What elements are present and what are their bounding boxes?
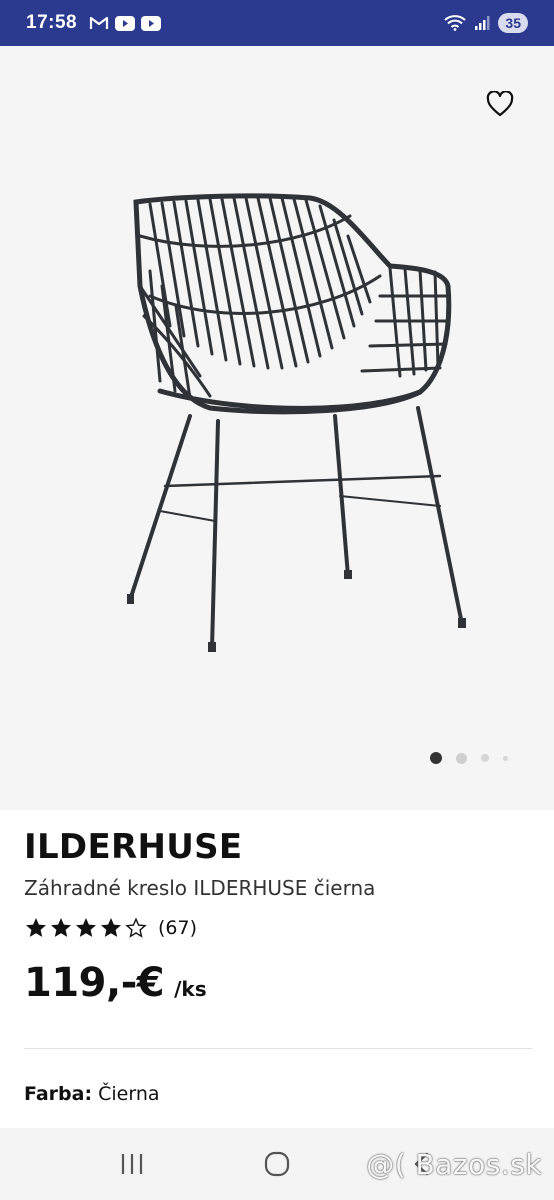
rating-row[interactable]: (67) (24, 914, 532, 942)
carousel-dot-1[interactable] (430, 752, 442, 764)
rating-stars (24, 916, 148, 940)
product-price: 119,-€ (24, 960, 165, 1006)
carousel-dot-4[interactable] (503, 755, 508, 761)
product-image-carousel[interactable] (0, 46, 554, 810)
heart-icon (486, 91, 514, 117)
notification-icons (89, 15, 162, 31)
home-button[interactable] (247, 1134, 307, 1194)
carousel-indicator[interactable] (430, 752, 508, 764)
product-name: ILDERHUSE (24, 827, 243, 867)
wifi-icon (444, 15, 467, 31)
star-filled-icon (76, 918, 96, 937)
carousel-dot-3[interactable] (481, 754, 489, 762)
carousel-dot-2[interactable] (456, 752, 467, 764)
recent-apps-icon (122, 1154, 143, 1174)
system-icons: 35 (444, 13, 528, 33)
gmail-icon (89, 15, 109, 31)
color-label: Farba: (24, 1083, 93, 1105)
watermark: @( Bazos.sk (366, 1148, 542, 1181)
star-empty-icon (125, 917, 147, 938)
battery-indicator: 35 (498, 13, 528, 33)
home-icon (264, 1151, 290, 1177)
youtube-icon (115, 15, 136, 31)
rating-count[interactable]: (67) (158, 917, 197, 939)
star-filled-icon (51, 918, 71, 937)
youtube-icon (141, 15, 162, 31)
signal-icon (474, 15, 490, 31)
price-row: 119,-€ /ks (24, 960, 532, 1006)
status-time: 17:58 (26, 12, 78, 33)
product-info: ILDERHUSE Záhradné kreslo ILDERHUSE čier… (24, 826, 532, 1006)
star-filled-icon (26, 918, 46, 937)
divider (24, 1048, 532, 1049)
price-unit: /ks (174, 977, 207, 1001)
chair-image (127, 193, 466, 652)
product-description: Záhradné kreslo ILDERHUSE čierna (24, 876, 376, 900)
recent-apps-button[interactable] (102, 1134, 162, 1194)
color-value: Čierna (98, 1083, 160, 1105)
color-row[interactable]: Farba: Čierna (24, 1083, 160, 1105)
favorite-button[interactable] (484, 88, 516, 120)
status-bar: 17:58 35 (0, 0, 554, 46)
star-filled-icon (101, 918, 121, 937)
